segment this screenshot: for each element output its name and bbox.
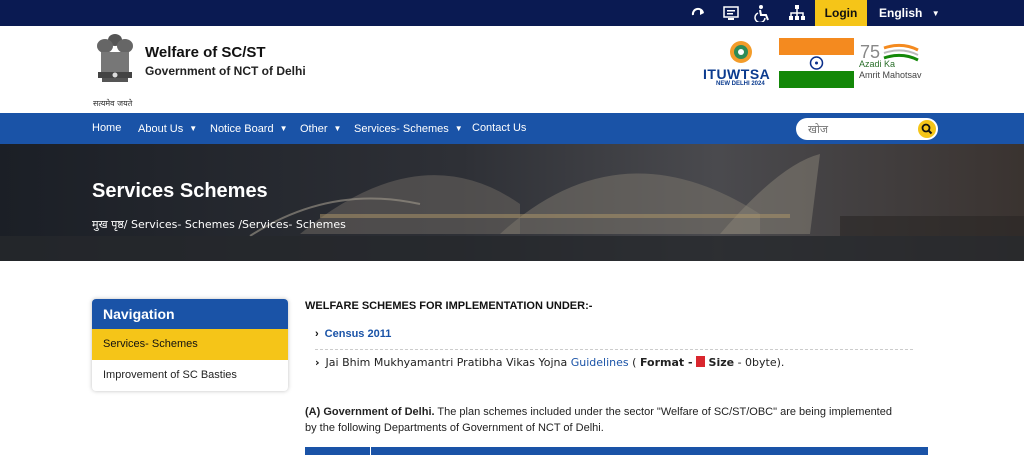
list-item: › Jai Bhim Mukhyamantri Pratibha Vikas Yo…	[315, 356, 785, 369]
content-heading: WELFARE SCHEMES FOR IMPLEMENTATION UNDER…	[305, 300, 593, 312]
screen-reader-icon[interactable]	[722, 4, 740, 22]
table-header	[305, 447, 928, 455]
nav-item-contact-us[interactable]: Contact Us	[472, 113, 526, 144]
sidebar-heading: Navigation	[92, 299, 288, 329]
nav-label: About Us	[138, 123, 184, 135]
sidebar-item-services-schemes[interactable]: Services- Schemes	[92, 329, 288, 360]
sidebar-navigation: Navigation Services- Schemes Improvement…	[92, 299, 288, 391]
nav-item-notice-board[interactable]: Notice Board ▼	[210, 113, 288, 144]
page-banner: Services Schemes मुख पृष्ठ/ Services- Sc…	[0, 144, 1024, 261]
emblem-motto: सत्यमेव जयते	[93, 99, 133, 108]
language-selector[interactable]: English ▼	[879, 0, 940, 26]
itu-wtsa-subtitle: NEW DELHI 2024	[716, 81, 765, 87]
caret-down-icon: ▼	[454, 124, 463, 133]
scheme-name: Jai Bhim Mukhyamantri Pratibha Vikas Yoj…	[325, 356, 568, 369]
login-button[interactable]: Login	[815, 0, 867, 26]
nav-label: Contact Us	[472, 122, 527, 134]
para-bold: (A) Government of Delhi.	[305, 406, 435, 418]
azadi-line-1: Azadi Ka	[859, 59, 896, 69]
nav-item-about-us[interactable]: About Us ▼	[138, 113, 197, 144]
itu-wtsa-name: ITUWTSA	[703, 66, 771, 82]
search-button[interactable]	[918, 120, 936, 138]
search-icon	[921, 123, 933, 135]
chevron-right-icon: ›	[315, 356, 320, 369]
chevron-down-icon: ▼	[931, 9, 940, 18]
caret-down-icon: ▼	[279, 124, 288, 133]
nav-label: Home	[92, 122, 122, 134]
pdf-icon	[696, 356, 706, 367]
format-label: Format -	[639, 356, 693, 369]
indian-flag-icon	[779, 38, 854, 88]
site-header: सत्यमेव जयते Welfare of SC/ST Government…	[0, 26, 1024, 113]
main-navigation: Home About Us ▼ Notice Board ▼ Other ▼ Serv…	[0, 113, 1024, 144]
utility-bar: Login English ▼	[0, 0, 1024, 26]
table-header-cell	[305, 447, 371, 455]
nav-item-services-schemes[interactable]: Services- Schemes ▼	[354, 113, 463, 144]
size-value: - 0byte).	[737, 356, 785, 369]
search-input[interactable]	[808, 120, 903, 138]
description-paragraph: (A) Government of Delhi. The plan scheme…	[305, 404, 895, 436]
sidebar-item-improvement-of-sc-basties[interactable]: Improvement of SC Basties	[92, 360, 288, 391]
skip-to-content-icon[interactable]	[689, 4, 707, 22]
site-title[interactable]: Welfare of SC/ST	[145, 44, 266, 61]
list-item: › Census 2011	[315, 328, 913, 350]
caret-down-icon: ▼	[333, 124, 342, 133]
nav-item-other[interactable]: Other ▼	[300, 113, 341, 144]
census-link[interactable]: Census 2011	[325, 328, 392, 340]
search-box	[796, 118, 938, 140]
site-subtitle: Government of NCT of Delhi	[145, 64, 306, 78]
page-title: Services Schemes	[92, 180, 268, 202]
caret-down-icon: ▼	[189, 124, 198, 133]
national-emblem-icon	[97, 34, 133, 82]
size-label: Size	[708, 356, 735, 369]
accessibility-icon[interactable]	[754, 4, 772, 24]
nav-label: Services- Schemes	[354, 123, 449, 135]
nav-label: Notice Board	[210, 123, 274, 135]
sitemap-icon[interactable]	[788, 4, 806, 22]
language-label: English	[879, 6, 923, 20]
chevron-right-icon: ›	[315, 328, 319, 340]
nav-item-home[interactable]: Home	[92, 113, 121, 144]
nav-label: Other	[300, 123, 328, 135]
breadcrumb[interactable]: मुख पृष्ठ/ Services- Schemes /Services- …	[92, 217, 346, 232]
guidelines-link[interactable]: Guidelines	[571, 356, 629, 369]
azadi-line-2: Amrit Mahotsav	[859, 70, 922, 80]
